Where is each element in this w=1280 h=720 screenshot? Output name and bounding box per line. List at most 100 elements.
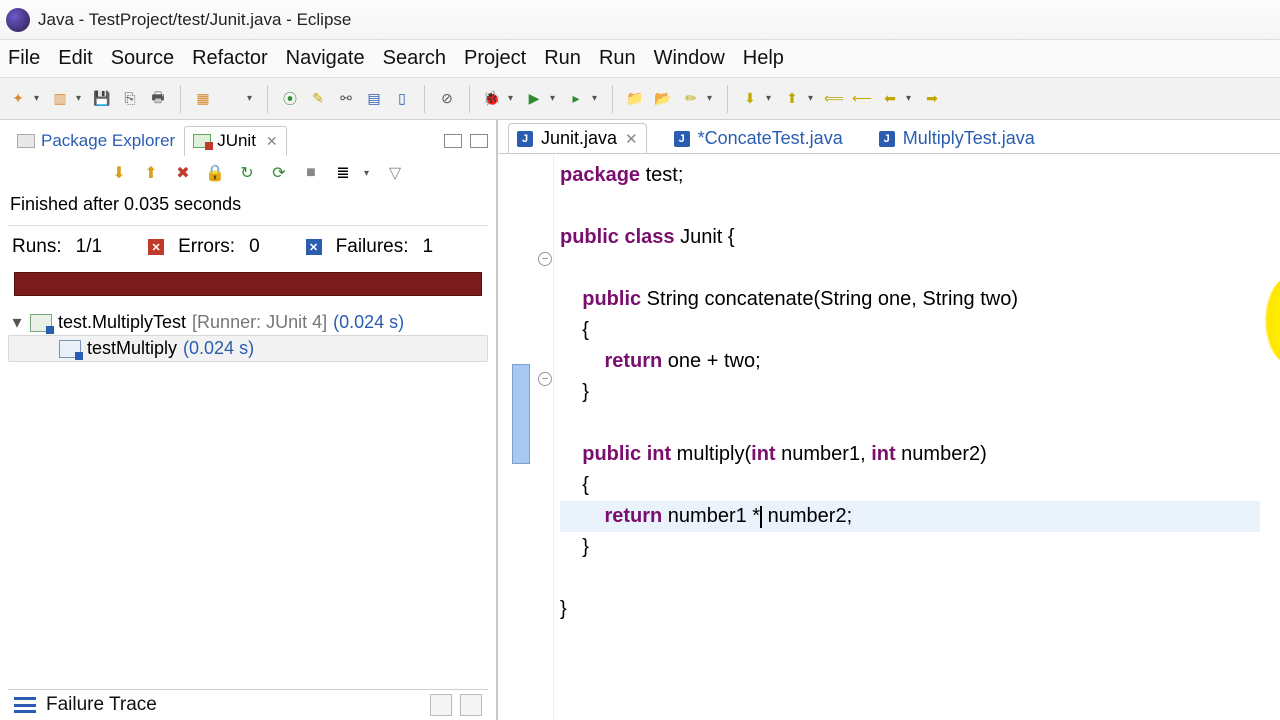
outline-icon[interactable]: ▤ (362, 87, 386, 111)
menu-window[interactable]: Window (654, 47, 725, 70)
change-marker (512, 364, 530, 464)
highlighter-icon[interactable]: ✎ (306, 87, 330, 111)
main-toolbar: ✦▾ ▥▾ 💾 ⎘ 🖶 ▦ 🟳▾ ⦿ ✎ ⚯ ▤ ▯ ⊘ 🐞▾ ▶▾ ▸▾ 📁 … (0, 78, 1280, 120)
back-nav-icon[interactable]: ⟵ (850, 87, 874, 111)
dropdown-icon[interactable]: ▾ (707, 93, 717, 104)
dropdown-icon[interactable]: ▾ (247, 93, 257, 104)
menu-file[interactable]: File (8, 47, 40, 70)
dropdown-icon[interactable]: ▾ (34, 93, 44, 104)
filter-trace-icon[interactable] (460, 694, 482, 716)
eclipse-icon (6, 8, 30, 32)
tree-root-label: test.MultiplyTest (58, 312, 186, 333)
history-icon[interactable]: ≣ (332, 162, 354, 184)
junit-status: Finished after 0.035 seconds (8, 188, 488, 226)
skip-breakpoints-icon[interactable]: ⊘ (435, 87, 459, 111)
link-icon[interactable]: ⚯ (334, 87, 358, 111)
fold-icon[interactable]: – (538, 252, 552, 266)
save-icon[interactable]: 💾 (90, 87, 114, 111)
open-project-icon[interactable]: 📂 (651, 87, 675, 111)
failures-value: 1 (423, 236, 434, 258)
editor-area: J Junit.java ✕ J *ConcateTest.java J Mul… (498, 120, 1280, 720)
failure-icon: ✕ (306, 239, 322, 255)
collapse-icon[interactable]: ▾ (10, 312, 24, 333)
window-title: Java - TestProject/test/Junit.java - Ecl… (38, 10, 351, 30)
minimize-view-icon[interactable] (444, 134, 462, 148)
back-arrow-icon[interactable]: ⬅ (878, 87, 902, 111)
stack-trace-icon (14, 697, 36, 713)
fold-icon[interactable]: – (538, 372, 552, 386)
test-class-icon (30, 314, 52, 332)
next-annotation-icon[interactable]: ⬇ (738, 87, 762, 111)
refresh-icon[interactable]: 🟳 (219, 87, 243, 111)
debug-icon[interactable]: 🐞 (480, 87, 504, 111)
back-icon[interactable]: ⟸ (822, 87, 846, 111)
maximize-view-icon[interactable] (470, 134, 488, 148)
dropdown-icon[interactable]: ▾ (364, 168, 374, 179)
package-icon[interactable]: ▦ (191, 87, 215, 111)
editor-tab-label: Junit.java (541, 128, 617, 149)
stop-icon[interactable]: ■ (300, 162, 322, 184)
editor-tab-junit[interactable]: J Junit.java ✕ (508, 123, 647, 153)
dropdown-icon[interactable]: ▾ (808, 93, 818, 104)
tab-label: Package Explorer (41, 131, 175, 151)
save-copy-icon[interactable]: ⎘ (118, 87, 142, 111)
editor-tab-bar: J Junit.java ✕ J *ConcateTest.java J Mul… (498, 120, 1280, 154)
dropdown-icon[interactable]: ▾ (550, 93, 560, 104)
view-menu-icon[interactable]: ▽ (384, 162, 406, 184)
tree-root-time: (0.024 s) (333, 312, 404, 333)
junit-view: Package Explorer JUnit ✕ ⬇ ⬆ ✖ 🔒 ↻ ⟳ ■ ≣… (0, 120, 498, 720)
menu-run[interactable]: Run (544, 47, 581, 70)
errors-value: 0 (249, 236, 260, 258)
editor-tab-concate[interactable]: J *ConcateTest.java (665, 123, 852, 153)
junit-icon (193, 134, 211, 148)
new-project-icon[interactable]: 📁 (623, 87, 647, 111)
tree-root-row[interactable]: ▾ test.MultiplyTest [Runner: JUnit 4] (0… (8, 310, 488, 335)
save-all-icon[interactable]: ▥ (48, 87, 72, 111)
junit-progress-bar (14, 272, 482, 296)
bookmark-icon[interactable]: ▯ (390, 87, 414, 111)
menu-run2[interactable]: Run (599, 47, 636, 70)
junit-counts: Runs: 1/1 ✕ Errors: 0 ✕ Failures: 1 (8, 226, 488, 268)
menu-search[interactable]: Search (383, 47, 446, 70)
run-icon[interactable]: ▶ (522, 87, 546, 111)
edit-icon[interactable]: ✏ (679, 87, 703, 111)
code-content[interactable]: package test; public class Junit { publi… (498, 154, 1280, 625)
menu-help[interactable]: Help (743, 47, 784, 70)
show-failures-icon[interactable]: ✖ (172, 162, 194, 184)
tab-package-explorer[interactable]: Package Explorer (8, 126, 184, 156)
menu-navigate[interactable]: Navigate (286, 47, 365, 70)
next-failure-icon[interactable]: ⬇ (108, 162, 130, 184)
close-icon[interactable]: ✕ (625, 130, 638, 148)
dropdown-icon[interactable]: ▾ (592, 93, 602, 104)
prev-failure-icon[interactable]: ⬆ (140, 162, 162, 184)
code-editor[interactable]: – – package test; public class Junit { p… (498, 154, 1280, 720)
dropdown-icon[interactable]: ▾ (76, 93, 86, 104)
title-bar: Java - TestProject/test/Junit.java - Ecl… (0, 0, 1280, 40)
menu-refactor[interactable]: Refactor (192, 47, 268, 70)
tab-junit[interactable]: JUnit ✕ (184, 126, 286, 156)
java-file-icon: J (517, 131, 533, 147)
prev-annotation-icon[interactable]: ⬆ (780, 87, 804, 111)
print-icon[interactable]: 🖶 (146, 87, 170, 111)
dropdown-icon[interactable]: ▾ (906, 93, 916, 104)
tab-label: JUnit (217, 131, 256, 151)
rerun-failed-icon[interactable]: ⟳ (268, 162, 290, 184)
menu-edit[interactable]: Edit (58, 47, 92, 70)
dropdown-icon[interactable]: ▾ (766, 93, 776, 104)
dropdown-icon[interactable]: ▾ (508, 93, 518, 104)
menu-project[interactable]: Project (464, 47, 526, 70)
failure-trace-label: Failure Trace (46, 694, 157, 716)
new-icon[interactable]: ✦ (6, 87, 30, 111)
errors-label: Errors: (178, 236, 235, 258)
run-last-icon[interactable]: ▸ (564, 87, 588, 111)
rerun-icon[interactable]: ↻ (236, 162, 258, 184)
menu-source[interactable]: Source (111, 47, 174, 70)
package-explorer-icon (17, 134, 35, 148)
close-icon[interactable]: ✕ (266, 133, 278, 150)
compare-icon[interactable] (430, 694, 452, 716)
forward-arrow-icon[interactable]: ➡ (920, 87, 944, 111)
tree-child-row[interactable]: testMultiply (0.024 s) (8, 335, 488, 362)
editor-tab-multiply[interactable]: J MultiplyTest.java (870, 123, 1044, 153)
open-type-icon[interactable]: ⦿ (278, 87, 302, 111)
scroll-lock-icon[interactable]: 🔒 (204, 162, 226, 184)
